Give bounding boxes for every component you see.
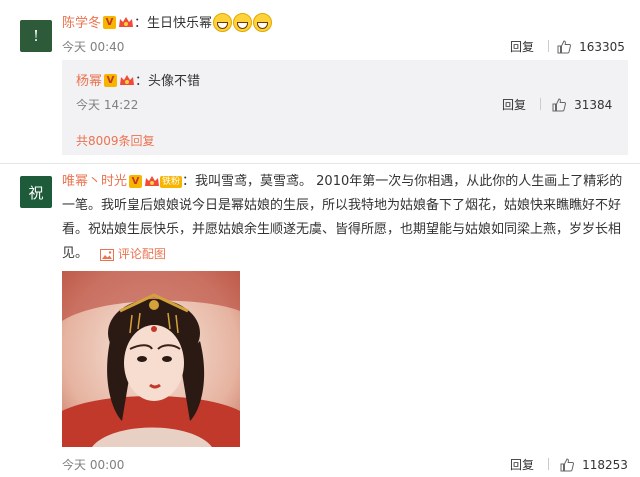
comment-image[interactable] [62,271,240,447]
fan-badge: 铁粉 [160,175,183,188]
like-count: 163305 [579,40,625,54]
reply-button[interactable]: 回复 [510,38,534,55]
divider [540,98,541,110]
member-crown-icon [119,17,134,27]
like-button[interactable]: 31384 [552,94,612,113]
comment-text-line: ：我叫雪鸢，莫雪鸢。 2010年第一次与你相遇，从此你的人生画上了精彩的 [182,174,623,189]
like-count: 118253 [582,458,628,472]
member-crown-icon [120,75,135,85]
image-icon [100,248,114,261]
reply-text: ：头像不错 [135,74,201,89]
avatar[interactable]: 祝 [20,176,52,208]
member-crown-icon [145,176,160,186]
thumbs-up-icon [557,39,571,53]
verified-icon: V [129,175,143,188]
author-name[interactable]: 唯幂丶时光 [62,174,127,189]
reply-header: 杨幂 V ：头像不错 [76,70,200,90]
like-button[interactable]: 118253 [560,454,628,473]
author-name[interactable]: 陈学冬 [62,16,101,31]
comment-text: ：生日快乐幂 [134,16,213,31]
grin-emoji-icon [213,13,233,32]
avatar[interactable]: ! [20,20,52,52]
comment-image-link[interactable]: 评论配图 [100,245,166,262]
grin-emoji-icon [233,13,253,32]
thumbs-up-icon [560,457,574,471]
portrait-image [62,271,240,447]
reply-button[interactable]: 回复 [510,456,534,473]
reply-author-name[interactable]: 杨幂 [76,74,102,89]
comment-time: 今天 00:40 [62,40,125,54]
comment-line: 唯幂丶时光 V 铁粉 ：我叫雪鸢，莫雪鸢。 2010年第一次与你相遇，从此你的人生画上… [62,170,632,194]
verified-icon: V [103,16,117,29]
comment-time: 今天 00:00 [62,458,125,472]
reply-button[interactable]: 回复 [502,96,526,113]
verified-icon: V [104,74,118,87]
divider [548,458,549,470]
like-button[interactable]: 163305 [557,36,625,55]
more-replies-link[interactable]: 共8009条回复 [76,132,155,149]
avatar-text: 祝 [28,183,44,202]
comment-text-line: 看。祝姑娘生辰快乐，并愿姑娘余生顺遂无虞、皆得所愿，也期望能与姑娘如同梁上燕，岁… [62,222,622,237]
avatar-text: ! [32,27,40,45]
reply-time: 今天 14:22 [76,98,139,112]
comment-separator [0,163,640,164]
divider [548,40,549,52]
like-count: 31384 [574,98,613,112]
thumbs-up-icon [552,97,566,111]
grin-emoji-icon [253,13,273,32]
comment-header: 陈学冬 V ：生日快乐幂 [62,12,273,32]
comment-text-line: 一笔。我听皇后娘娘说今日是幂姑娘的生辰，所以我特地为姑娘备下了烟花，姑娘快来瞧瞧… [62,198,622,213]
image-link-label: 评论配图 [117,247,166,261]
